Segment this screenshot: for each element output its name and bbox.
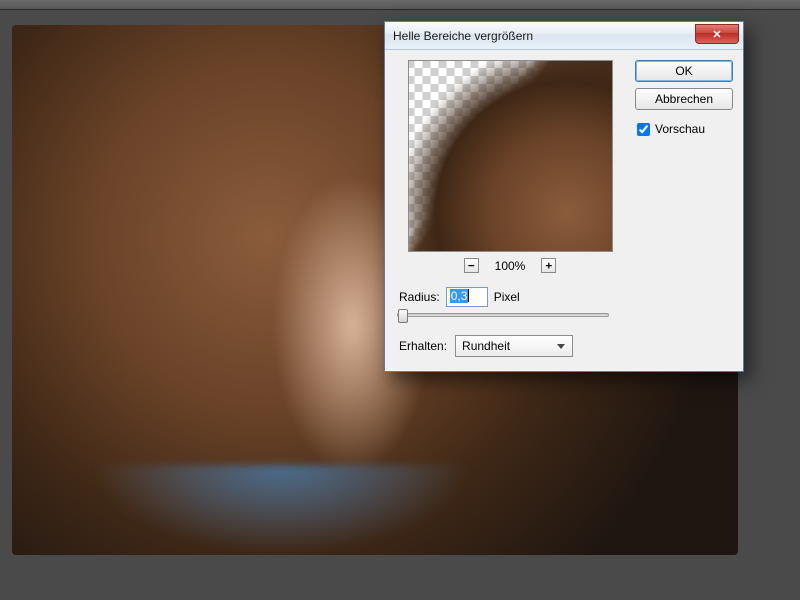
slider-thumb[interactable] <box>398 309 408 323</box>
window-close-button[interactable]: ✕ <box>695 24 739 44</box>
radius-input[interactable]: 0,3 <box>446 287 488 307</box>
dialog-titlebar[interactable]: Helle Bereiche vergrößern ✕ <box>385 22 743 50</box>
preview-zoom-controls: − 100% + <box>395 258 625 273</box>
zoom-in-button[interactable]: + <box>541 258 556 273</box>
preserve-dropdown[interactable]: Rundheit <box>455 335 573 357</box>
preserve-row: Erhalten: Rundheit <box>399 335 625 357</box>
preview-checkbox-row: Vorschau <box>635 122 733 136</box>
dialog-title: Helle Bereiche vergrößern <box>393 29 533 43</box>
slider-track <box>397 313 609 317</box>
close-icon: ✕ <box>712 28 721 41</box>
plus-icon: + <box>546 260 553 271</box>
dialog-left-column: − 100% + Radius: 0,3 Pixel Erhalten: <box>395 60 625 357</box>
preserve-selected-value: Rundheit <box>462 339 510 353</box>
zoom-percent-label: 100% <box>495 259 526 273</box>
radius-label: Radius: <box>399 290 440 304</box>
preview-checkbox[interactable] <box>637 123 650 136</box>
zoom-out-button[interactable]: − <box>464 258 479 273</box>
radius-row: Radius: 0,3 Pixel <box>399 287 625 307</box>
radius-unit-label: Pixel <box>494 290 520 304</box>
ok-button[interactable]: OK <box>635 60 733 82</box>
dialog-body: − 100% + Radius: 0,3 Pixel Erhalten: <box>385 50 743 371</box>
preview-checkbox-label[interactable]: Vorschau <box>655 122 705 136</box>
filter-preview-thumbnail[interactable] <box>408 60 613 252</box>
radius-slider[interactable] <box>397 313 609 317</box>
app-options-bar <box>0 0 800 10</box>
minus-icon: − <box>468 260 475 271</box>
ok-button-label: OK <box>675 64 692 78</box>
maximum-filter-dialog: Helle Bereiche vergrößern ✕ − 100% + Rad… <box>384 21 744 372</box>
cancel-button[interactable]: Abbrechen <box>635 88 733 110</box>
cancel-button-label: Abbrechen <box>655 92 713 106</box>
preserve-label: Erhalten: <box>399 339 447 353</box>
dialog-right-column: OK Abbrechen Vorschau <box>635 60 733 357</box>
